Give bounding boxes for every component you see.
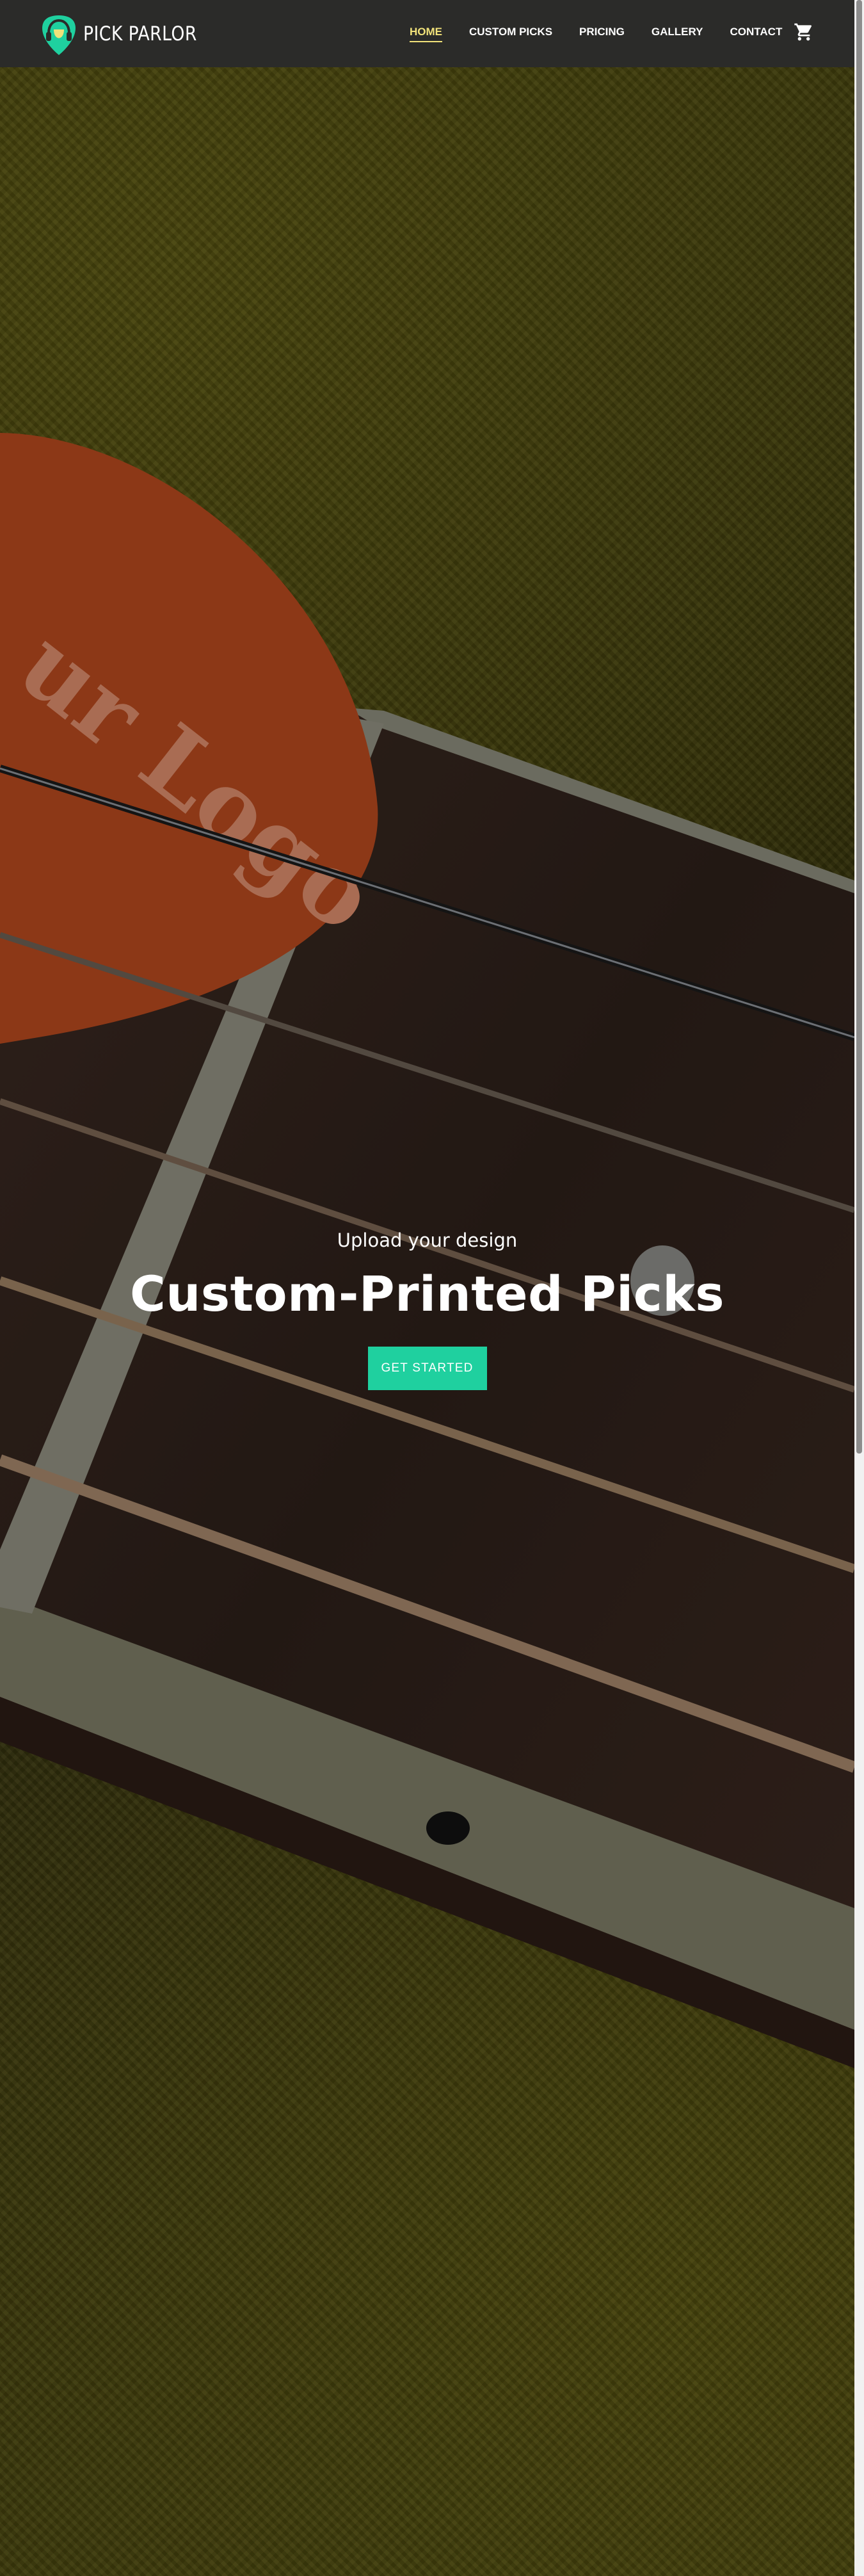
- shopping-cart-icon[interactable]: [794, 22, 814, 42]
- nav-gallery[interactable]: GALLERY: [652, 26, 703, 42]
- page-scrollbar[interactable]: [854, 0, 864, 2576]
- page: ur Logo PICK PARLOR HOME CUSTOM PICKS PR…: [0, 0, 864, 2576]
- hero-title: Custom-Printed Picks: [129, 1265, 725, 1322]
- brand-name: PICK PARLOR: [83, 22, 197, 45]
- get-started-button[interactable]: GET STARTED: [367, 1347, 487, 1390]
- nav-home[interactable]: HOME: [410, 26, 442, 42]
- main-navigation: HOME CUSTOM PICKS PRICING GALLERY CONTAC…: [410, 0, 809, 67]
- hero-content: Upload your design Custom-Printed Picks …: [0, 1229, 854, 1390]
- nav-contact[interactable]: CONTACT: [730, 26, 782, 42]
- scrollbar-thumb[interactable]: [856, 0, 862, 1454]
- brand-logo-link[interactable]: PICK PARLOR: [40, 12, 216, 56]
- nav-pricing[interactable]: PRICING: [579, 26, 625, 42]
- hero-eyebrow: Upload your design: [337, 1229, 518, 1251]
- site-header: PICK PARLOR HOME CUSTOM PICKS PRICING GA…: [0, 0, 854, 67]
- nav-custom-picks[interactable]: CUSTOM PICKS: [469, 26, 552, 42]
- guitar-pick-headphones-logo-icon: [42, 15, 76, 55]
